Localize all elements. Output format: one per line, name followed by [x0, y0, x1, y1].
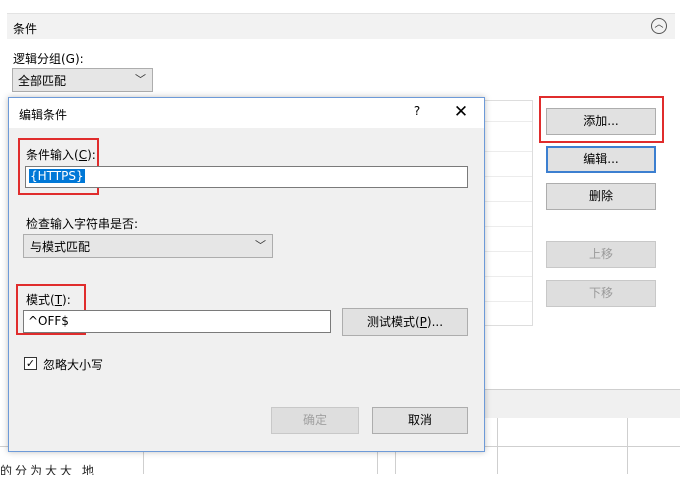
- condition-input-value: {HTTPS}: [29, 169, 85, 183]
- conditions-list[interactable]: [480, 100, 533, 326]
- grid-column-divider: [627, 418, 628, 474]
- section-header-bar: [7, 13, 675, 39]
- close-icon[interactable]: ✕: [446, 101, 476, 125]
- pattern-label: 模式(T):: [26, 293, 71, 307]
- divider: [480, 446, 680, 447]
- add-button[interactable]: 添加...: [546, 108, 656, 135]
- match-type-value: 与模式匹配: [30, 240, 91, 254]
- logical-group-value: 全部匹配: [18, 74, 67, 88]
- condition-input-field[interactable]: {HTTPS}: [25, 166, 468, 188]
- logical-group-select[interactable]: 全部匹配 ﹀: [12, 68, 153, 92]
- ignore-case-label[interactable]: 忽略大小写: [43, 356, 103, 373]
- cancel-button[interactable]: 取消: [372, 407, 468, 434]
- help-icon[interactable]: ?: [407, 104, 427, 122]
- divider: [0, 446, 8, 447]
- ok-button[interactable]: 确定: [271, 407, 359, 434]
- delete-button[interactable]: 删除: [546, 183, 656, 210]
- pattern-input-field[interactable]: ^OFF$: [23, 310, 331, 333]
- cut-off-text: 的分为大大 地: [0, 464, 97, 478]
- grid-column-divider: [497, 418, 498, 474]
- edit-condition-dialog: 编辑条件 ? ✕ 条件输入(C): {HTTPS} 检查输入字符串是否: 与模式…: [8, 97, 485, 452]
- move-up-button[interactable]: 上移: [546, 241, 656, 268]
- move-down-button[interactable]: 下移: [546, 280, 656, 307]
- grid-column-divider: [395, 452, 396, 474]
- ignore-case-checkbox[interactable]: ✓: [24, 357, 37, 370]
- dialog-title: 编辑条件: [19, 108, 68, 122]
- match-type-select[interactable]: 与模式匹配 ﹀: [23, 234, 273, 258]
- grid-header-band: [480, 390, 680, 418]
- section-title: 条件: [13, 22, 38, 36]
- chevron-up-icon[interactable]: ︿: [651, 18, 667, 34]
- chevron-down-icon: ﹀: [255, 239, 266, 252]
- test-pattern-button[interactable]: 测试模式(P)...: [342, 308, 468, 336]
- grid-column-divider: [377, 452, 378, 474]
- edit-button[interactable]: 编辑...: [546, 146, 656, 173]
- logical-group-label: 逻辑分组(G):: [13, 52, 84, 66]
- check-input-label: 检查输入字符串是否:: [26, 217, 139, 231]
- chevron-down-icon: ﹀: [135, 73, 146, 86]
- grid-column-divider: [143, 452, 144, 474]
- condition-input-label: 条件输入(C):: [26, 148, 96, 162]
